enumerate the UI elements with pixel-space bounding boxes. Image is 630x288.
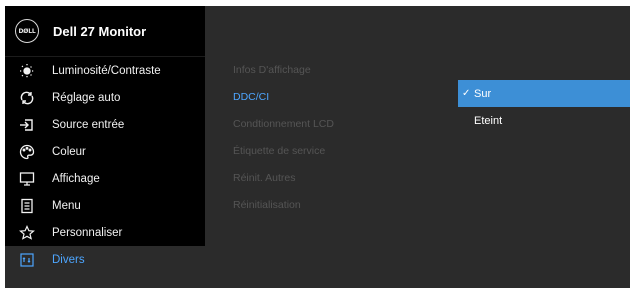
- option-on[interactable]: ✓ Sur: [458, 80, 630, 107]
- menu-item-label: Menu: [52, 199, 81, 212]
- submenu-item-ddc-ci[interactable]: DDC/CI: [233, 83, 334, 110]
- menu-item-label: Source entrée: [52, 118, 125, 131]
- checkmark-icon: ✓: [462, 88, 471, 99]
- menu-item-label: Réglage auto: [52, 91, 121, 104]
- submenu-item-lcd-conditioning[interactable]: Condtionnement LCD: [233, 110, 334, 137]
- auto-adjust-icon: [18, 89, 36, 107]
- main-menu-sidebar: DØLL Dell 27 Monitor Luminosité/Contrast…: [5, 6, 205, 273]
- display-icon: [18, 170, 36, 188]
- color-palette-icon: [18, 143, 36, 161]
- submenu-item-service-tag[interactable]: Étiquette de service: [233, 137, 334, 164]
- menu-item-input-source[interactable]: Source entrée: [5, 111, 205, 138]
- others-icon: [18, 251, 36, 269]
- option-label: Eteint: [474, 114, 503, 127]
- menu-item-label: Luminosité/Contraste: [52, 64, 161, 77]
- menu-icon: [18, 197, 36, 215]
- menu-item-auto-adjust[interactable]: Réglage auto: [5, 84, 205, 111]
- dell-logo: DØLL: [15, 19, 39, 43]
- menu-item-personalize[interactable]: Personnaliser: [5, 219, 205, 246]
- ddc-ci-options: ✓ Sur Eteint: [458, 80, 630, 134]
- submenu-item-factory-reset[interactable]: Réinitialisation: [233, 191, 334, 218]
- input-source-icon: [18, 116, 36, 134]
- menu-item-menu[interactable]: Menu: [5, 192, 205, 219]
- menu-item-brightness-contrast[interactable]: Luminosité/Contraste: [5, 57, 205, 84]
- submenu-item-display-info[interactable]: Infos D'affichage: [233, 56, 334, 83]
- menu-item-display[interactable]: Affichage: [5, 165, 205, 192]
- submenu-item-reset-others[interactable]: Réinit. Autres: [233, 164, 334, 191]
- option-off[interactable]: Eteint: [458, 107, 630, 134]
- monitor-osd: DØLL Dell 27 Monitor Luminosité/Contrast…: [5, 6, 630, 288]
- menu-item-label: Affichage: [52, 172, 100, 185]
- others-submenu: Infos D'affichage DDC/CI Condtionnement …: [233, 56, 334, 218]
- menu-item-label: Coleur: [52, 145, 86, 158]
- brightness-icon: [18, 62, 36, 80]
- star-icon: [18, 224, 36, 242]
- main-menu: Luminosité/Contraste Réglage auto Source…: [5, 57, 205, 273]
- option-label: Sur: [474, 87, 492, 100]
- menu-item-label: Personnaliser: [52, 226, 123, 239]
- menu-item-color[interactable]: Coleur: [5, 138, 205, 165]
- menu-item-label: Divers: [52, 253, 85, 266]
- osd-header: DØLL Dell 27 Monitor: [5, 6, 205, 57]
- monitor-model-title: Dell 27 Monitor: [53, 23, 147, 39]
- menu-item-others[interactable]: Divers: [5, 246, 205, 273]
